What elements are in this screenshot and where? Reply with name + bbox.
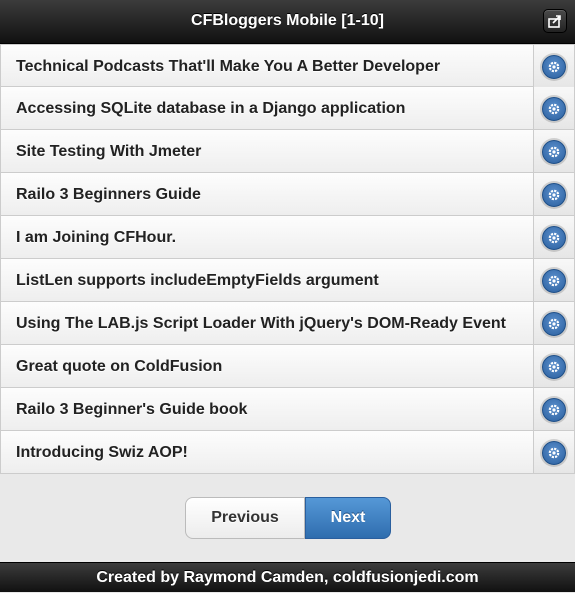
list-item[interactable]: Site Testing With Jmeter — [0, 130, 575, 173]
header-bar: CFBloggers Mobile [1-10] — [0, 0, 575, 44]
split-button[interactable] — [533, 431, 574, 473]
list-item-label[interactable]: ListLen supports includeEmptyFields argu… — [16, 259, 529, 302]
gear-icon[interactable] — [542, 226, 566, 250]
split-button[interactable] — [533, 259, 574, 301]
gear-icon[interactable] — [542, 140, 566, 164]
list-item-label[interactable]: Great quote on ColdFusion — [16, 345, 529, 388]
share-icon — [548, 15, 561, 28]
list-item-label[interactable]: Technical Podcasts That'll Make You A Be… — [16, 45, 529, 88]
gear-icon[interactable] — [542, 55, 566, 79]
split-button[interactable] — [533, 130, 574, 172]
gear-icon[interactable] — [542, 441, 566, 465]
list-item-label[interactable]: Railo 3 Beginners Guide — [16, 173, 529, 216]
gear-icon[interactable] — [542, 398, 566, 422]
pager: Previous Next — [185, 497, 391, 539]
split-button[interactable] — [533, 87, 574, 129]
split-button[interactable] — [533, 45, 574, 87]
gear-icon[interactable] — [542, 269, 566, 293]
page-title: CFBloggers Mobile [1-10] — [191, 12, 384, 29]
footer-bar: Created by Raymond Camden, coldfusionjed… — [0, 562, 575, 592]
list-item[interactable]: Technical Podcasts That'll Make You A Be… — [0, 44, 575, 87]
split-button[interactable] — [533, 216, 574, 258]
list-item[interactable]: Railo 3 Beginner's Guide book — [0, 388, 575, 431]
list-item[interactable]: Using The LAB.js Script Loader With jQue… — [0, 302, 575, 345]
list-item[interactable]: Railo 3 Beginners Guide — [0, 173, 575, 216]
gear-icon[interactable] — [542, 355, 566, 379]
list-item-label[interactable]: Railo 3 Beginner's Guide book — [16, 388, 529, 431]
gear-icon[interactable] — [542, 97, 566, 121]
list-item[interactable]: Great quote on ColdFusion — [0, 345, 575, 388]
list-item[interactable]: ListLen supports includeEmptyFields argu… — [0, 259, 575, 302]
list-item-label[interactable]: Introducing Swiz AOP! — [16, 431, 529, 474]
list-item-label[interactable]: Accessing SQLite database in a Django ap… — [16, 87, 529, 130]
list-item-label[interactable]: I am Joining CFHour. — [16, 216, 529, 259]
split-button[interactable] — [533, 345, 574, 387]
list-item-label[interactable]: Site Testing With Jmeter — [16, 130, 529, 173]
list-item-label[interactable]: Using The LAB.js Script Loader With jQue… — [16, 302, 529, 345]
list-item[interactable]: Accessing SQLite database in a Django ap… — [0, 87, 575, 130]
gear-icon[interactable] — [542, 183, 566, 207]
split-button[interactable] — [533, 302, 574, 344]
footer-text: Created by Raymond Camden, coldfusionjed… — [96, 569, 479, 586]
gear-icon[interactable] — [542, 312, 566, 336]
split-button[interactable] — [533, 388, 574, 430]
share-button[interactable] — [543, 9, 567, 33]
list-item[interactable]: I am Joining CFHour. — [0, 216, 575, 259]
next-button[interactable]: Next — [305, 497, 391, 539]
previous-button[interactable]: Previous — [185, 497, 305, 539]
post-list: Technical Podcasts That'll Make You A Be… — [0, 44, 575, 474]
split-button[interactable] — [533, 173, 574, 215]
list-item[interactable]: Introducing Swiz AOP! — [0, 431, 575, 474]
